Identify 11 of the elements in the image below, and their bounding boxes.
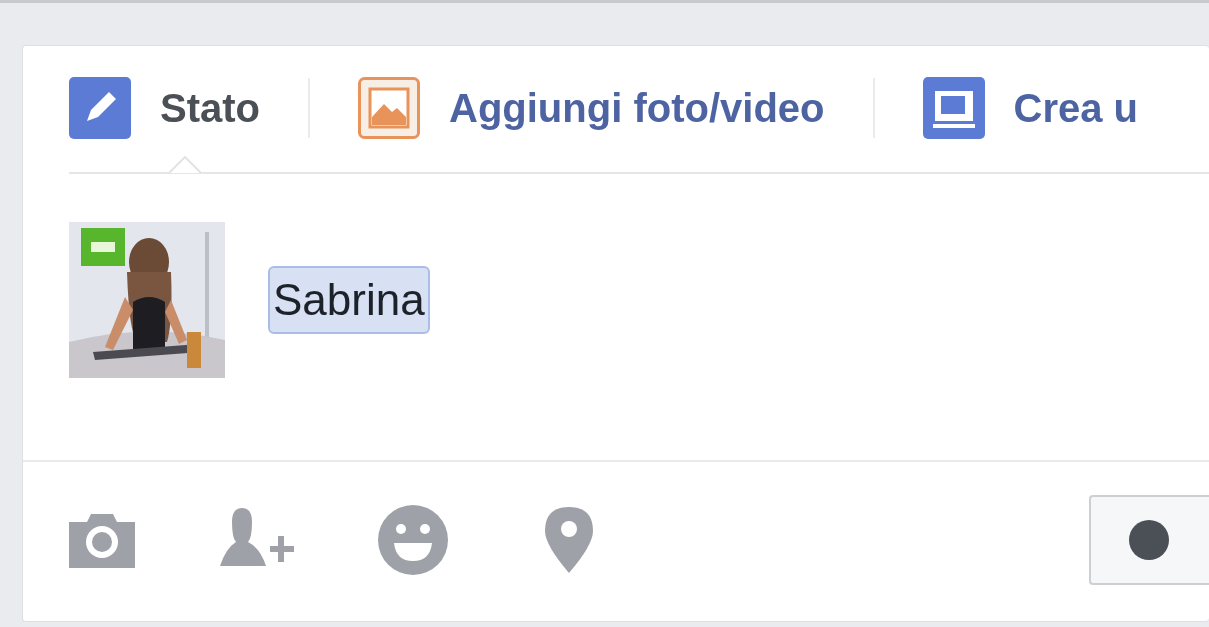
composer-tab[interactable]: Stato xyxy=(160,85,260,131)
composer-tab[interactable]: Aggiungi foto/video xyxy=(449,85,825,131)
camera-icon[interactable] xyxy=(69,512,135,568)
composer-tab[interactable]: Crea u xyxy=(1013,85,1138,131)
audience-button[interactable] xyxy=(1089,495,1209,585)
tagged-name: Sabrina xyxy=(268,266,430,334)
pencil-icon xyxy=(69,77,131,139)
slideshow-icon xyxy=(922,77,985,139)
image-icon xyxy=(358,77,420,139)
smiley-icon[interactable] xyxy=(378,505,448,575)
location-pin-icon[interactable] xyxy=(545,507,593,573)
